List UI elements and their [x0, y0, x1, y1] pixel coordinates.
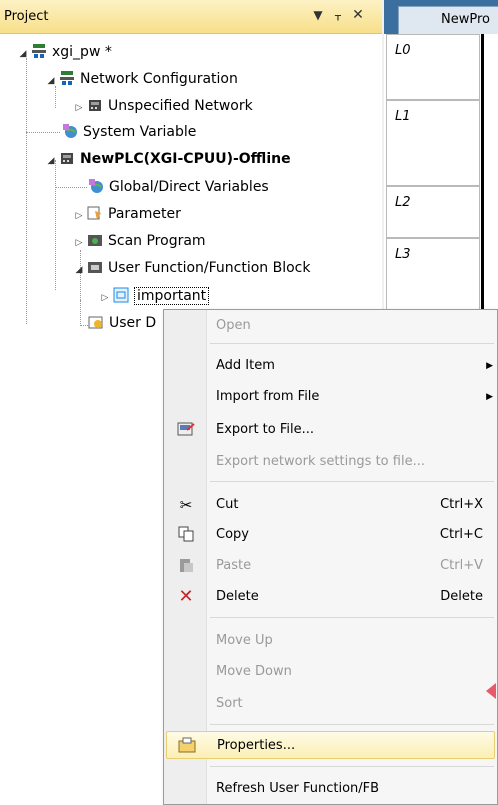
variable-globe-icon [89, 179, 103, 193]
ladder-row-l1[interactable]: L1 [386, 100, 480, 186]
submenu-arrow-icon: ▶ [486, 392, 493, 402]
tree-item-scan-program[interactable]: ▷ Scan Program [74, 229, 206, 253]
ladder-row-l3[interactable]: L3 [386, 238, 480, 310]
menu-item-open[interactable]: Open [164, 312, 497, 340]
menu-item-move-up[interactable]: Move Up [164, 627, 497, 655]
tab-newprogram[interactable]: NewPro [398, 6, 498, 34]
menu-item-sort[interactable]: Sort [164, 690, 497, 718]
menu-item-import-from-file[interactable]: Import from File ▶ [164, 383, 497, 411]
panel-title: Project [4, 9, 49, 24]
submenu-arrow-icon: ▶ [486, 361, 493, 371]
ladder-row-l2[interactable]: L2 [386, 186, 480, 238]
tree-item-user-function-block[interactable]: ◢ User Function/Function Block [74, 256, 311, 280]
pointer-arrow-icon [486, 683, 496, 699]
function-block-icon [88, 262, 102, 273]
chevron-down-icon[interactable]: ▼ [310, 8, 326, 22]
tree-item-system-variable[interactable]: System Variable [62, 120, 196, 144]
expand-icon[interactable]: ▷ [74, 231, 84, 255]
tree-item-plc[interactable]: ◢ NewPLC(XGI-CPUU)-Offline [46, 147, 291, 171]
scissors-icon: ✂ [179, 496, 193, 514]
tree-item-unspecified-network[interactable]: ▷ Unspecified Network [74, 94, 253, 118]
menu-item-properties[interactable]: Properties... [166, 731, 495, 759]
collapse-icon[interactable]: ◢ [46, 69, 56, 93]
properties-icon [177, 737, 197, 755]
plc-icon [89, 100, 101, 111]
network-icon [32, 44, 46, 58]
copy-icon [176, 526, 196, 544]
parameter-icon [87, 206, 101, 220]
tree-item-important[interactable]: ▷ important [100, 284, 210, 310]
paste-icon [176, 557, 196, 575]
menu-item-copy[interactable]: Copy Ctrl+C [164, 521, 497, 549]
fb-instance-icon [113, 287, 129, 303]
menu-item-refresh-user-function[interactable]: Refresh User Function/FB [164, 775, 497, 803]
expand-icon[interactable]: ▷ [100, 286, 110, 310]
tree-item-network-configuration[interactable]: ◢ Network Configuration [46, 67, 238, 91]
plc-icon [61, 153, 73, 164]
ladder-row-l0[interactable]: L0 [386, 34, 480, 100]
user-data-icon [88, 316, 103, 329]
menu-item-cut[interactable]: ✂ Cut Ctrl+X [164, 491, 497, 519]
export-icon [176, 421, 196, 439]
tree-item-user-d[interactable]: User D [88, 311, 156, 335]
menu-item-delete[interactable]: ✕ Delete Delete [164, 583, 497, 611]
delete-x-icon: ✕ [178, 586, 194, 607]
variable-globe-icon [63, 124, 77, 138]
ladder-power-rail [481, 34, 484, 314]
expand-icon[interactable]: ▷ [74, 204, 84, 228]
menu-item-move-down[interactable]: Move Down [164, 658, 497, 686]
tree-item-parameter[interactable]: ▷ Parameter [74, 202, 181, 226]
menu-item-export-to-file[interactable]: Export to File... [164, 416, 497, 444]
collapse-icon[interactable]: ◢ [46, 149, 56, 173]
pin-icon[interactable]: ᚁ [330, 8, 346, 22]
tree-item-root[interactable]: ◢ xgi_pw * [18, 40, 112, 64]
tree-item-global-variables[interactable]: Global/Direct Variables [88, 175, 269, 199]
menu-item-export-network-settings[interactable]: Export network settings to file... [164, 448, 497, 476]
collapse-icon[interactable]: ◢ [18, 42, 28, 66]
collapse-icon[interactable]: ◢ [74, 258, 84, 282]
expand-icon[interactable]: ▷ [74, 96, 84, 120]
scan-program-icon [88, 235, 102, 246]
close-icon[interactable]: ✕ [350, 7, 366, 23]
network-icon [60, 71, 74, 85]
menu-item-paste[interactable]: Paste Ctrl+V [164, 552, 497, 580]
menu-item-add-item[interactable]: Add Item ▶ [164, 352, 497, 380]
